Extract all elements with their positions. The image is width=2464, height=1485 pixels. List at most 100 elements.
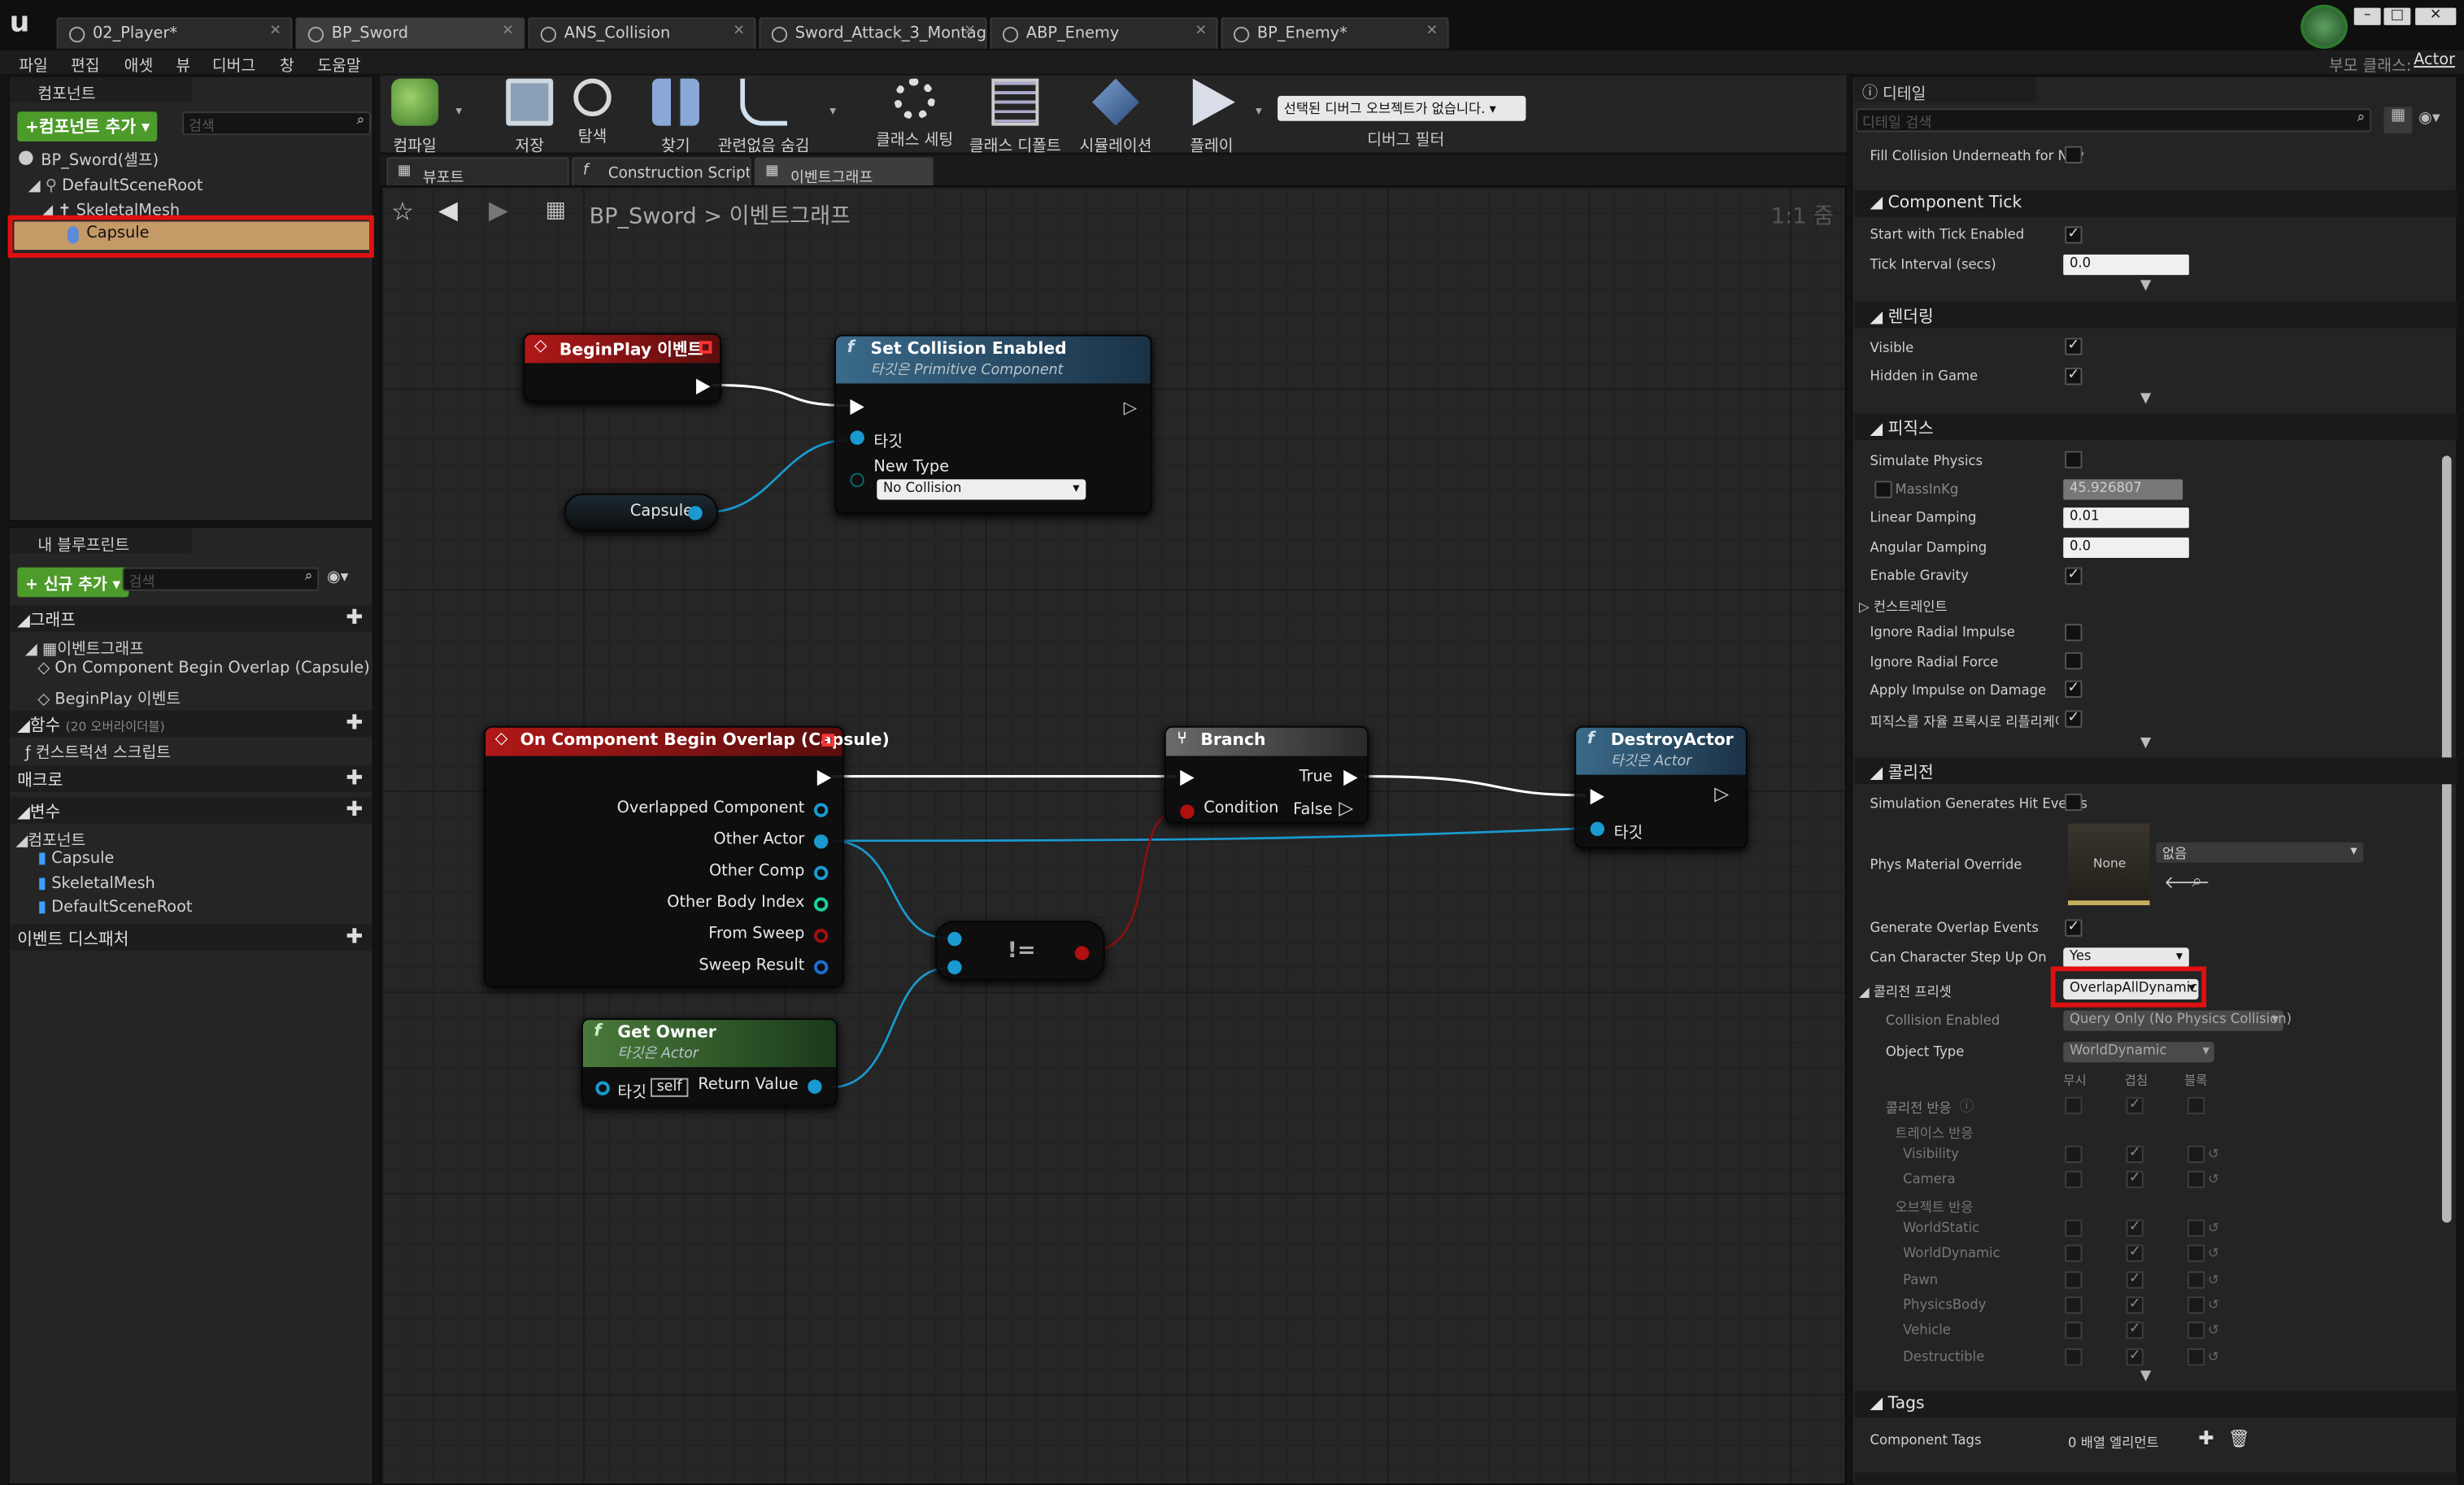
not-equal-b-pin[interactable] xyxy=(947,960,962,975)
expand-arrow-icon[interactable]: ▼ xyxy=(2140,1369,2151,1384)
expand-arrow-icon[interactable]: ▼ xyxy=(2140,735,2151,751)
coll-enabled-select[interactable]: Query Only (No Physics Collision) ▾ xyxy=(2063,1010,2292,1031)
trash-icon[interactable]: 🗑 xyxy=(2228,1429,2250,1449)
fill-collision-checkbox[interactable] xyxy=(2065,146,2083,163)
trace-visibility-overlap-checkbox[interactable]: ✓ xyxy=(2126,1145,2144,1163)
collision-section[interactable]: ◢ 콜리전 xyxy=(1854,757,2458,785)
save-button[interactable]: 저장 xyxy=(506,78,554,155)
object-worlddynamic-ignore-checkbox[interactable] xyxy=(2065,1245,2083,1263)
object-vehicle-reset-icon[interactable]: ↺ xyxy=(2208,1323,2219,1339)
new-type-select[interactable]: No Collision ▾ xyxy=(877,479,1086,500)
object-destructible-ignore-checkbox[interactable] xyxy=(2065,1348,2083,1365)
minimize-button[interactable]: – xyxy=(2353,7,2381,25)
compile-button[interactable]: 컴파일 xyxy=(390,78,440,155)
sweep-result-pin[interactable] xyxy=(813,960,829,975)
tab-bp-sword[interactable]: BP_Sword ✕ xyxy=(295,17,525,49)
tab-viewport[interactable]: ▦ 뷰포트 xyxy=(386,157,569,186)
object-worldstatic-overlap-checkbox[interactable]: ✓ xyxy=(2126,1219,2144,1237)
object-worlddynamic-block-checkbox[interactable] xyxy=(2187,1245,2205,1263)
target-pin[interactable] xyxy=(1590,821,1604,837)
visible-checkbox[interactable]: ✓ xyxy=(2065,338,2083,355)
true-exec-pin[interactable] xyxy=(1343,769,1358,786)
target-pin[interactable] xyxy=(595,1081,610,1095)
tab-sword-attack-montage[interactable]: Sword_Attack_3_Montage ✕ xyxy=(759,17,987,49)
object-destructible-overlap-checkbox[interactable]: ✓ xyxy=(2126,1348,2144,1365)
trace-camera-block-checkbox[interactable] xyxy=(2187,1170,2205,1188)
parent-class-value[interactable]: Actor xyxy=(2414,52,2455,69)
maximize-button[interactable]: □ xyxy=(2383,7,2411,25)
component-tick-section[interactable]: ◢ Component Tick xyxy=(1854,189,2458,217)
variable-defaultsceneroot[interactable]: ▮ DefaultSceneRoot xyxy=(37,899,192,916)
object-destructible-block-checkbox[interactable] xyxy=(2187,1348,2205,1365)
other-actor-pin[interactable] xyxy=(813,834,829,849)
trace-camera-overlap-checkbox[interactable]: ✓ xyxy=(2126,1170,2144,1188)
exec-in-pin[interactable] xyxy=(1180,769,1195,786)
source-control-icon[interactable] xyxy=(2301,4,2349,49)
tab-event-graph[interactable]: ▦ 이벤트그래프 xyxy=(754,157,934,186)
not-equal-a-pin[interactable] xyxy=(947,931,962,947)
help-icon[interactable]: ⓘ xyxy=(1960,1095,1974,1116)
browse-button[interactable]: 탐색 xyxy=(569,78,616,146)
event-item-beginplay[interactable]: ◇ BeginPlay 이벤트 xyxy=(37,686,181,708)
exec-in-pin[interactable] xyxy=(850,398,864,416)
compile-options-icon[interactable]: ▾ xyxy=(455,104,462,118)
add-graph-icon[interactable]: ✚ xyxy=(346,607,363,630)
from-sweep-pin[interactable] xyxy=(813,929,829,943)
tick-interval-field[interactable]: 0.0 xyxy=(2063,255,2189,276)
object-vehicle-ignore-checkbox[interactable] xyxy=(2065,1322,2083,1339)
close-icon[interactable]: ✕ xyxy=(733,24,745,39)
start-tick-checkbox[interactable]: ✓ xyxy=(2065,226,2083,244)
components-search-input[interactable]: 검색 ⌕ xyxy=(182,111,372,136)
other-comp-pin[interactable] xyxy=(813,865,829,881)
simulate-physics-checkbox[interactable] xyxy=(2065,451,2083,468)
components-vars-group[interactable]: ◢컴포넌트 xyxy=(15,826,85,850)
condition-pin[interactable] xyxy=(1180,804,1195,819)
object-pawn-ignore-checkbox[interactable] xyxy=(2065,1270,2083,1288)
browse-search-icon[interactable]: ⌕ xyxy=(2192,871,2202,893)
ignore-radial-impulse-checkbox[interactable] xyxy=(2065,624,2083,642)
close-icon[interactable]: ✕ xyxy=(964,24,976,39)
tree-item-defaultsceneroot[interactable]: ◢ ⚲ DefaultSceneRoot xyxy=(28,177,203,194)
variables-section[interactable]: ◢변수 ✚ xyxy=(9,796,372,824)
char-step-select[interactable]: Yes ▾ xyxy=(2063,947,2189,969)
not-equal-out-pin[interactable] xyxy=(1074,946,1090,960)
exec-in-pin[interactable] xyxy=(1590,789,1604,805)
new-type-pin[interactable] xyxy=(850,472,864,488)
graphs-section[interactable]: ◢그래프 ✚ xyxy=(9,604,372,632)
exec-out-pin[interactable] xyxy=(696,378,711,395)
object-physicsbody-overlap-checkbox[interactable]: ✓ xyxy=(2126,1296,2144,1314)
tab-abp-enemy[interactable]: ABP_Enemy ✕ xyxy=(990,17,1218,49)
node-set-collision-enabled[interactable]: f Set Collision Enabled 타깃은 Primitive Comp… xyxy=(834,334,1152,514)
tab-construction-script[interactable]: f Construction Script xyxy=(572,157,751,186)
close-icon[interactable]: ✕ xyxy=(502,24,514,39)
tab-ans-collision[interactable]: ANS_Collision ✕ xyxy=(528,17,756,49)
expand-arrow-icon[interactable]: ▼ xyxy=(2140,391,2151,407)
sim-hit-events-checkbox[interactable] xyxy=(2065,793,2083,812)
object-pawn-overlap-checkbox[interactable]: ✓ xyxy=(2126,1270,2144,1288)
exec-out-pin[interactable] xyxy=(816,769,832,786)
menu-view[interactable]: 뷰 xyxy=(176,52,190,75)
false-exec-pin[interactable]: ▷ xyxy=(1339,797,1353,819)
enable-gravity-checkbox[interactable]: ✓ xyxy=(2065,567,2083,585)
view-options-icon[interactable]: ◉▾ xyxy=(2418,110,2440,127)
capsule-out-pin[interactable] xyxy=(688,506,703,520)
class-defaults-button[interactable]: 클래스 디폴트 xyxy=(968,78,1062,155)
object-physicsbody-ignore-checkbox[interactable] xyxy=(2065,1296,2083,1314)
object-worlddynamic-overlap-checkbox[interactable]: ✓ xyxy=(2126,1245,2144,1263)
node-on-component-begin-overlap[interactable]: ◇ On Component Begin Overlap (Capsule) Ov… xyxy=(484,725,890,987)
add-component-button[interactable]: +컴포넌트 추가 ▾ xyxy=(17,111,158,142)
class-settings-button[interactable]: 클래스 세팅 xyxy=(873,78,955,150)
event-item-overlap[interactable]: ◇ On Component Begin Overlap (Capsule) xyxy=(37,660,369,677)
trace-camera-reset-icon[interactable]: ↺ xyxy=(2208,1173,2219,1188)
trace-visibility-block-checkbox[interactable] xyxy=(2187,1145,2205,1163)
play-options-icon[interactable]: ▾ xyxy=(1256,104,1262,118)
hide-unrelated-options-icon[interactable]: ▾ xyxy=(829,104,836,118)
close-icon[interactable]: ✕ xyxy=(269,24,281,39)
node-not-equal[interactable]: != xyxy=(934,921,1105,981)
object-vehicle-overlap-checkbox[interactable]: ✓ xyxy=(2126,1322,2144,1339)
node-beginplay[interactable]: ◇ BeginPlay 이벤트 xyxy=(523,333,721,403)
trace-camera-ignore-checkbox[interactable] xyxy=(2065,1170,2083,1188)
play-button[interactable]: 플레이 xyxy=(1185,78,1239,155)
event-graph-item[interactable]: ◢ ▦이벤트그래프 xyxy=(25,635,144,658)
view-options-icon[interactable]: ◉▾ xyxy=(327,569,349,586)
